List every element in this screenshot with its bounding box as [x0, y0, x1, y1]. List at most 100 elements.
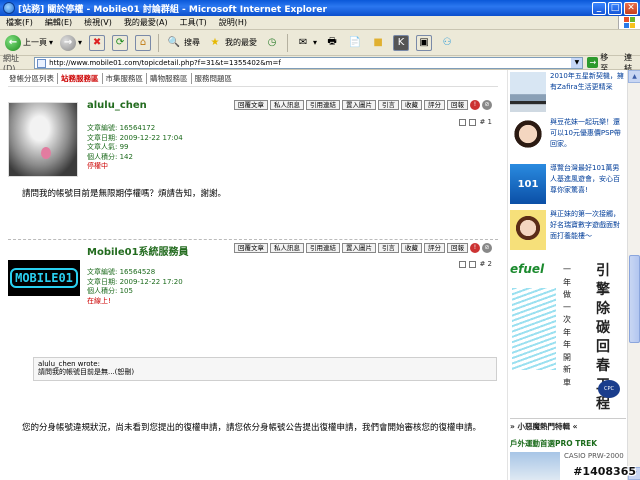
- edit-button[interactable]: 📄: [345, 33, 365, 53]
- menu-edit[interactable]: 編輯(E): [39, 17, 78, 28]
- sidebar-ad-1[interactable]: 2010年五星新契機，擁有Zafira生活更精采: [510, 70, 626, 114]
- back-button[interactable]: ← 上一頁 ▾: [3, 33, 55, 53]
- sidebar-ad-3[interactable]: 101 導覽台灣最好101萬男人基進風遊會，安心百尊你家驚喜!: [510, 162, 626, 206]
- forward-button[interactable]: → ▾: [58, 33, 84, 53]
- address-bar: 網址(D) http://www.mobile01.com/topicdetai…: [0, 53, 640, 73]
- insert-image-button[interactable]: 置入圖片: [342, 243, 376, 253]
- menu-tools[interactable]: 工具(T): [174, 17, 213, 28]
- sidebar-ad-2[interactable]: 與豆花妹一起玩樂！還可以10元優惠價PSP帶回家。: [510, 116, 626, 160]
- history-button[interactable]: ◷: [262, 33, 282, 53]
- sidebar-ad-4[interactable]: 與正妹的第一次接觸，好名瑞寶數字遊戲面對面打養能樓～: [510, 208, 626, 252]
- subnav-item-5[interactable]: 服務問題區: [192, 73, 236, 84]
- refresh-button[interactable]: ⟳: [110, 33, 130, 53]
- post-author[interactable]: Mobile01系統服務員: [87, 243, 189, 258]
- chevron-down-icon: ▾: [78, 38, 83, 47]
- avatar[interactable]: MOBILE01: [8, 260, 80, 296]
- page-content: 發帳分區列表 站務服務區 市集服務區 購物服務區 服務問題區 alulu_che…: [0, 70, 627, 480]
- subnav-item-4[interactable]: 購物服務區: [147, 72, 192, 84]
- report-button[interactable]: 回報: [447, 100, 468, 110]
- reply-button[interactable]: 回覆文章: [234, 100, 268, 110]
- windows-flag-icon: [618, 16, 640, 29]
- messenger-button[interactable]: K: [391, 33, 411, 53]
- bookmark-button[interactable]: 收藏: [401, 243, 422, 253]
- private-message-button[interactable]: 私人訊息: [270, 243, 304, 253]
- menu-favorites[interactable]: 我的最愛(A): [118, 17, 174, 28]
- efuel-banner[interactable]: efuel 一年做一次年年開新車 引擎除碳回春工程 CPC: [510, 260, 626, 412]
- cpc-logo: CPC: [598, 380, 620, 398]
- subnav-item-1[interactable]: 發帳分區列表: [6, 72, 58, 84]
- quote-button[interactable]: 引言: [378, 243, 399, 253]
- close-button[interactable]: ✕: [624, 1, 638, 15]
- sidebar-feature-link[interactable]: 戶外運動首選PRO TREK: [510, 438, 626, 449]
- sub-navigation: 發帳分區列表 站務服務區 市集服務區 購物服務區 服務問題區: [6, 72, 235, 84]
- image-icon: ▣: [416, 34, 433, 51]
- tool-button[interactable]: ▣: [414, 33, 434, 53]
- block-icon[interactable]: ⊘: [482, 243, 492, 253]
- rate-button[interactable]: 評分: [424, 100, 445, 110]
- print-button[interactable]: 🖶: [322, 33, 342, 53]
- chevron-down-icon: ▾: [49, 38, 54, 47]
- expand-icon[interactable]: [459, 118, 467, 126]
- private-message-button[interactable]: 私人訊息: [270, 100, 304, 110]
- right-sidebar: 2010年五星新契機，擁有Zafira生活更精采 與豆花妹一起玩樂！還可以10元…: [507, 70, 627, 480]
- promo-text: CASIO PRW-2000: [564, 452, 624, 460]
- subnav-item-3[interactable]: 市集服務區: [103, 72, 147, 84]
- car-image: [510, 72, 546, 112]
- quote-link-button[interactable]: 引用連結: [306, 243, 340, 253]
- warning-icon[interactable]: !: [470, 100, 480, 110]
- efuel-slogan: 一年做一次年年開新車: [563, 265, 571, 387]
- go-arrow-icon: →: [587, 57, 599, 68]
- post-author[interactable]: alulu_chen: [87, 100, 147, 111]
- collapse-icon[interactable]: [469, 118, 477, 126]
- chevron-down-icon[interactable]: ▼: [571, 57, 583, 68]
- favorites-button[interactable]: ★ 我的最愛: [205, 33, 259, 53]
- home-button[interactable]: ⌂: [133, 33, 153, 53]
- printer-icon: 🖶: [327, 36, 337, 47]
- watch-promo-image: [510, 452, 560, 480]
- ad-text[interactable]: 與豆花妹一起玩樂！還可以10元優惠價PSP帶回家。: [550, 117, 626, 150]
- avatar[interactable]: [8, 102, 78, 177]
- folder-icon: ■: [373, 37, 383, 48]
- reply-button[interactable]: 回覆文章: [234, 243, 268, 253]
- forward-arrow-icon: →: [60, 34, 77, 51]
- tower-101-image: 101: [510, 164, 546, 204]
- url-input[interactable]: http://www.mobile01.com/topicdetail.php?…: [34, 56, 584, 69]
- msn-button[interactable]: ⚇: [437, 33, 457, 53]
- toolbar: ← 上一頁 ▾ → ▾ ✖ ⟳ ⌂ 🔍 搜尋 ★ 我的最愛 ◷ ✉ ▾ 🖶 📄 ■…: [0, 30, 640, 56]
- quote-button[interactable]: 引言: [378, 100, 399, 110]
- vertical-scrollbar[interactable]: ▲ ▼: [627, 70, 640, 480]
- subnav-item-2[interactable]: 站務服務區: [58, 72, 103, 84]
- quote-link-button[interactable]: 引用連結: [306, 100, 340, 110]
- history-icon: ◷: [267, 37, 277, 48]
- ad-text[interactable]: 2010年五星新契機，擁有Zafira生活更精采: [550, 71, 626, 93]
- minimize-button[interactable]: _: [592, 1, 606, 15]
- menu-help[interactable]: 說明(H): [213, 17, 253, 28]
- block-icon[interactable]: ⊘: [482, 100, 492, 110]
- warning-icon[interactable]: !: [470, 243, 480, 253]
- search-button[interactable]: 🔍 搜尋: [164, 33, 202, 53]
- menu-bar: 檔案(F) 編輯(E) 檢視(V) 我的最愛(A) 工具(T) 說明(H): [0, 16, 640, 30]
- discuss-button[interactable]: ■: [368, 33, 388, 53]
- stop-button[interactable]: ✖: [87, 33, 107, 53]
- menu-view[interactable]: 檢視(V): [78, 17, 118, 28]
- menu-file[interactable]: 檔案(F): [0, 17, 39, 28]
- scroll-thumb[interactable]: [629, 255, 640, 343]
- post-meta: 文章編號: 16564172 文章日期: 2009-12-22 17:04 文章…: [87, 124, 183, 172]
- insert-image-button[interactable]: 置入圖片: [342, 100, 376, 110]
- toolbar-separator: [158, 33, 160, 52]
- online-status: 在線上!: [87, 296, 111, 305]
- collapse-icon[interactable]: [469, 260, 477, 268]
- maximize-button[interactable]: □: [608, 1, 622, 15]
- document-icon: 📄: [348, 37, 362, 48]
- mail-button[interactable]: ✉ ▾: [293, 33, 319, 53]
- ad-text[interactable]: 導覽台灣最好101萬男人基進風遊會，安心百尊你家驚喜!: [550, 163, 626, 196]
- rate-button[interactable]: 評分: [424, 243, 445, 253]
- report-button[interactable]: 回報: [447, 243, 468, 253]
- ad-text[interactable]: 與正妹的第一次接觸，好名瑞寶數字遊戲面對面打養能樓～: [550, 209, 626, 242]
- home-icon: ⌂: [135, 34, 152, 51]
- scroll-up-icon[interactable]: ▲: [628, 70, 640, 83]
- bookmark-button[interactable]: 收藏: [401, 100, 422, 110]
- expand-icon[interactable]: [459, 260, 467, 268]
- article-id: 文章編號: 16564528: [87, 268, 156, 276]
- article-date: 文章日期: 2009-12-22 17:04: [87, 133, 183, 142]
